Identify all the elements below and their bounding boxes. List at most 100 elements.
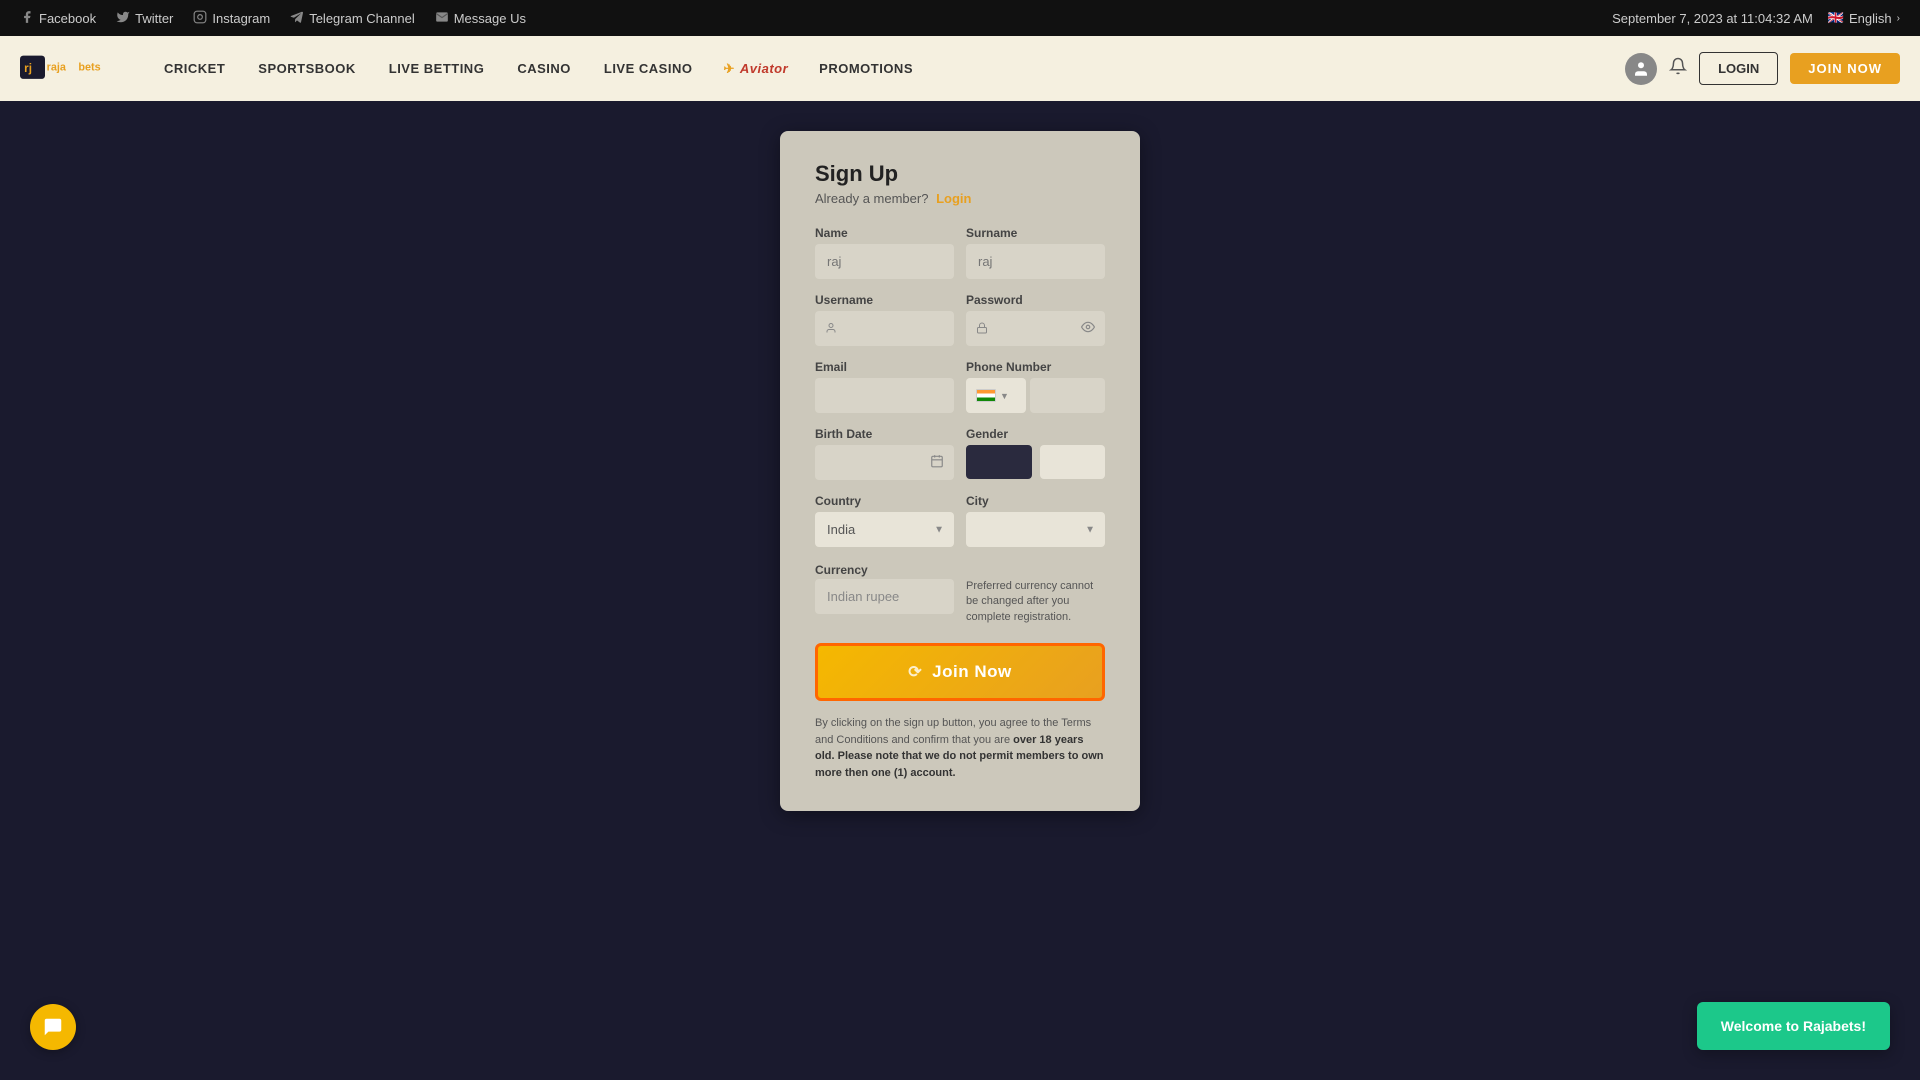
username-password-row: Username Password <box>815 293 1105 346</box>
name-label: Name <box>815 226 954 240</box>
nav-promotions[interactable]: PROMOTIONS <box>805 53 927 84</box>
svg-text:raja: raja <box>47 62 67 74</box>
message-label: Message Us <box>454 11 526 26</box>
surname-input[interactable] <box>966 244 1105 279</box>
surname-label: Surname <box>966 226 1105 240</box>
chat-button[interactable] <box>30 1004 76 1050</box>
twitter-icon <box>116 10 130 27</box>
currency-note: Preferred currency cannot be changed aft… <box>966 579 1105 625</box>
join-now-label: Join Now <box>932 662 1012 682</box>
country-select[interactable]: India <box>815 512 954 547</box>
username-input-wrapper <box>815 311 954 346</box>
login-link[interactable]: Login <box>936 191 971 206</box>
flag-icon: 🇬🇧 <box>1828 10 1844 26</box>
terms-text: By clicking on the sign up button, you a… <box>815 715 1105 781</box>
logo[interactable]: rj raja bets <box>20 51 120 86</box>
signup-subtitle: Already a member? Login <box>815 191 1105 206</box>
birthdate-group: Birth Date <box>815 427 954 480</box>
login-button[interactable]: LOGIN <box>1699 52 1778 85</box>
nav-aviator[interactable]: ✈ Aviator <box>711 57 800 81</box>
twitter-label: Twitter <box>135 11 173 26</box>
country-city-row: Country India City <box>815 494 1105 547</box>
email-input[interactable] <box>815 378 954 413</box>
datetime: September 7, 2023 at 11:04:32 AM <box>1612 11 1813 26</box>
email-label: Email <box>815 360 954 374</box>
phone-country-selector[interactable]: ▼ <box>966 378 1026 413</box>
top-bar: Facebook Twitter Instagram Telegram Chan… <box>0 0 1920 36</box>
signup-title: Sign Up <box>815 161 1105 187</box>
telegram-link[interactable]: Telegram Channel <box>290 10 415 27</box>
facebook-label: Facebook <box>39 11 96 26</box>
birthdate-gender-row: Birth Date Gender . . <box>815 427 1105 480</box>
lock-icon <box>976 321 988 337</box>
main-content: Sign Up Already a member? Login Name Sur… <box>0 101 1920 1080</box>
instagram-icon <box>193 10 207 27</box>
gender-label: Gender <box>966 427 1105 441</box>
name-surname-row: Name Surname <box>815 226 1105 279</box>
currency-label: Currency <box>815 563 868 577</box>
join-now-nav-button[interactable]: JOIN NOW <box>1790 53 1900 84</box>
facebook-icon <box>20 10 34 27</box>
city-select-wrapper <box>966 512 1105 547</box>
city-group: City <box>966 494 1105 547</box>
telegram-label: Telegram Channel <box>309 11 415 26</box>
top-bar-left: Facebook Twitter Instagram Telegram Chan… <box>20 10 526 27</box>
eye-icon[interactable] <box>1081 320 1095 337</box>
phone-label: Phone Number <box>966 360 1105 374</box>
phone-group: Phone Number ▼ <box>966 360 1105 413</box>
gender-buttons: . . <box>966 445 1105 479</box>
nav-casino[interactable]: CASINO <box>503 53 585 84</box>
name-group: Name <box>815 226 954 279</box>
nav-sportsbook[interactable]: SPORTSBOOK <box>244 53 369 84</box>
dropdown-arrow-icon: ▼ <box>1000 391 1009 401</box>
person-icon <box>825 321 837 337</box>
welcome-toast: Welcome to Rajabets! <box>1697 1002 1890 1050</box>
already-member-text: Already a member? <box>815 191 928 206</box>
city-select[interactable] <box>966 512 1105 547</box>
password-group: Password <box>966 293 1105 346</box>
currency-row: Currency Preferred currency cannot be ch… <box>815 561 1105 625</box>
email-phone-row: Email Phone Number ▼ <box>815 360 1105 413</box>
user-avatar[interactable] <box>1625 53 1657 85</box>
email-group: Email <box>815 360 954 413</box>
language-label: English <box>1849 11 1892 26</box>
notification-bell-icon[interactable] <box>1669 57 1687 80</box>
username-label: Username <box>815 293 954 307</box>
gender-light-option[interactable]: . <box>1040 445 1106 479</box>
message-link[interactable]: Message Us <box>435 10 526 27</box>
aviator-label: Aviator <box>740 61 788 76</box>
nav-cricket[interactable]: CRICKET <box>150 53 239 84</box>
currency-group: Currency <box>815 561 954 614</box>
currency-note-group: Preferred currency cannot be changed aft… <box>966 561 1105 625</box>
calendar-icon[interactable] <box>930 454 944 471</box>
india-flag-icon <box>976 389 996 402</box>
facebook-link[interactable]: Facebook <box>20 10 96 27</box>
telegram-icon <box>290 10 304 27</box>
twitter-link[interactable]: Twitter <box>116 10 173 27</box>
country-group: Country India <box>815 494 954 547</box>
join-now-button[interactable]: ⟳ Join Now <box>815 643 1105 701</box>
svg-text:bets: bets <box>78 62 100 74</box>
surname-group: Surname <box>966 226 1105 279</box>
country-label: Country <box>815 494 954 508</box>
navbar: rj raja bets CRICKET SPORTSBOOK LIVE BET… <box>0 36 1920 101</box>
top-bar-right: September 7, 2023 at 11:04:32 AM 🇬🇧 Engl… <box>1612 10 1900 26</box>
gender-dark-option[interactable]: . <box>966 445 1032 479</box>
city-label: City <box>966 494 1105 508</box>
nav-right: LOGIN JOIN NOW <box>1625 52 1900 85</box>
instagram-link[interactable]: Instagram <box>193 10 270 27</box>
aviator-plane-icon: ✈ <box>723 61 734 77</box>
chevron-right-icon: › <box>1897 13 1900 24</box>
birthdate-label: Birth Date <box>815 427 954 441</box>
currency-input <box>815 579 954 614</box>
gender-group: Gender . . <box>966 427 1105 480</box>
password-label: Password <box>966 293 1105 307</box>
name-input[interactable] <box>815 244 954 279</box>
language-selector[interactable]: 🇬🇧 English › <box>1828 10 1900 26</box>
username-group: Username <box>815 293 954 346</box>
phone-input[interactable] <box>1030 378 1105 413</box>
nav-live-casino[interactable]: LIVE CASINO <box>590 53 707 84</box>
loading-icon: ⟳ <box>908 662 922 682</box>
nav-live-betting[interactable]: LIVE BETTING <box>375 53 499 84</box>
message-icon <box>435 10 449 27</box>
